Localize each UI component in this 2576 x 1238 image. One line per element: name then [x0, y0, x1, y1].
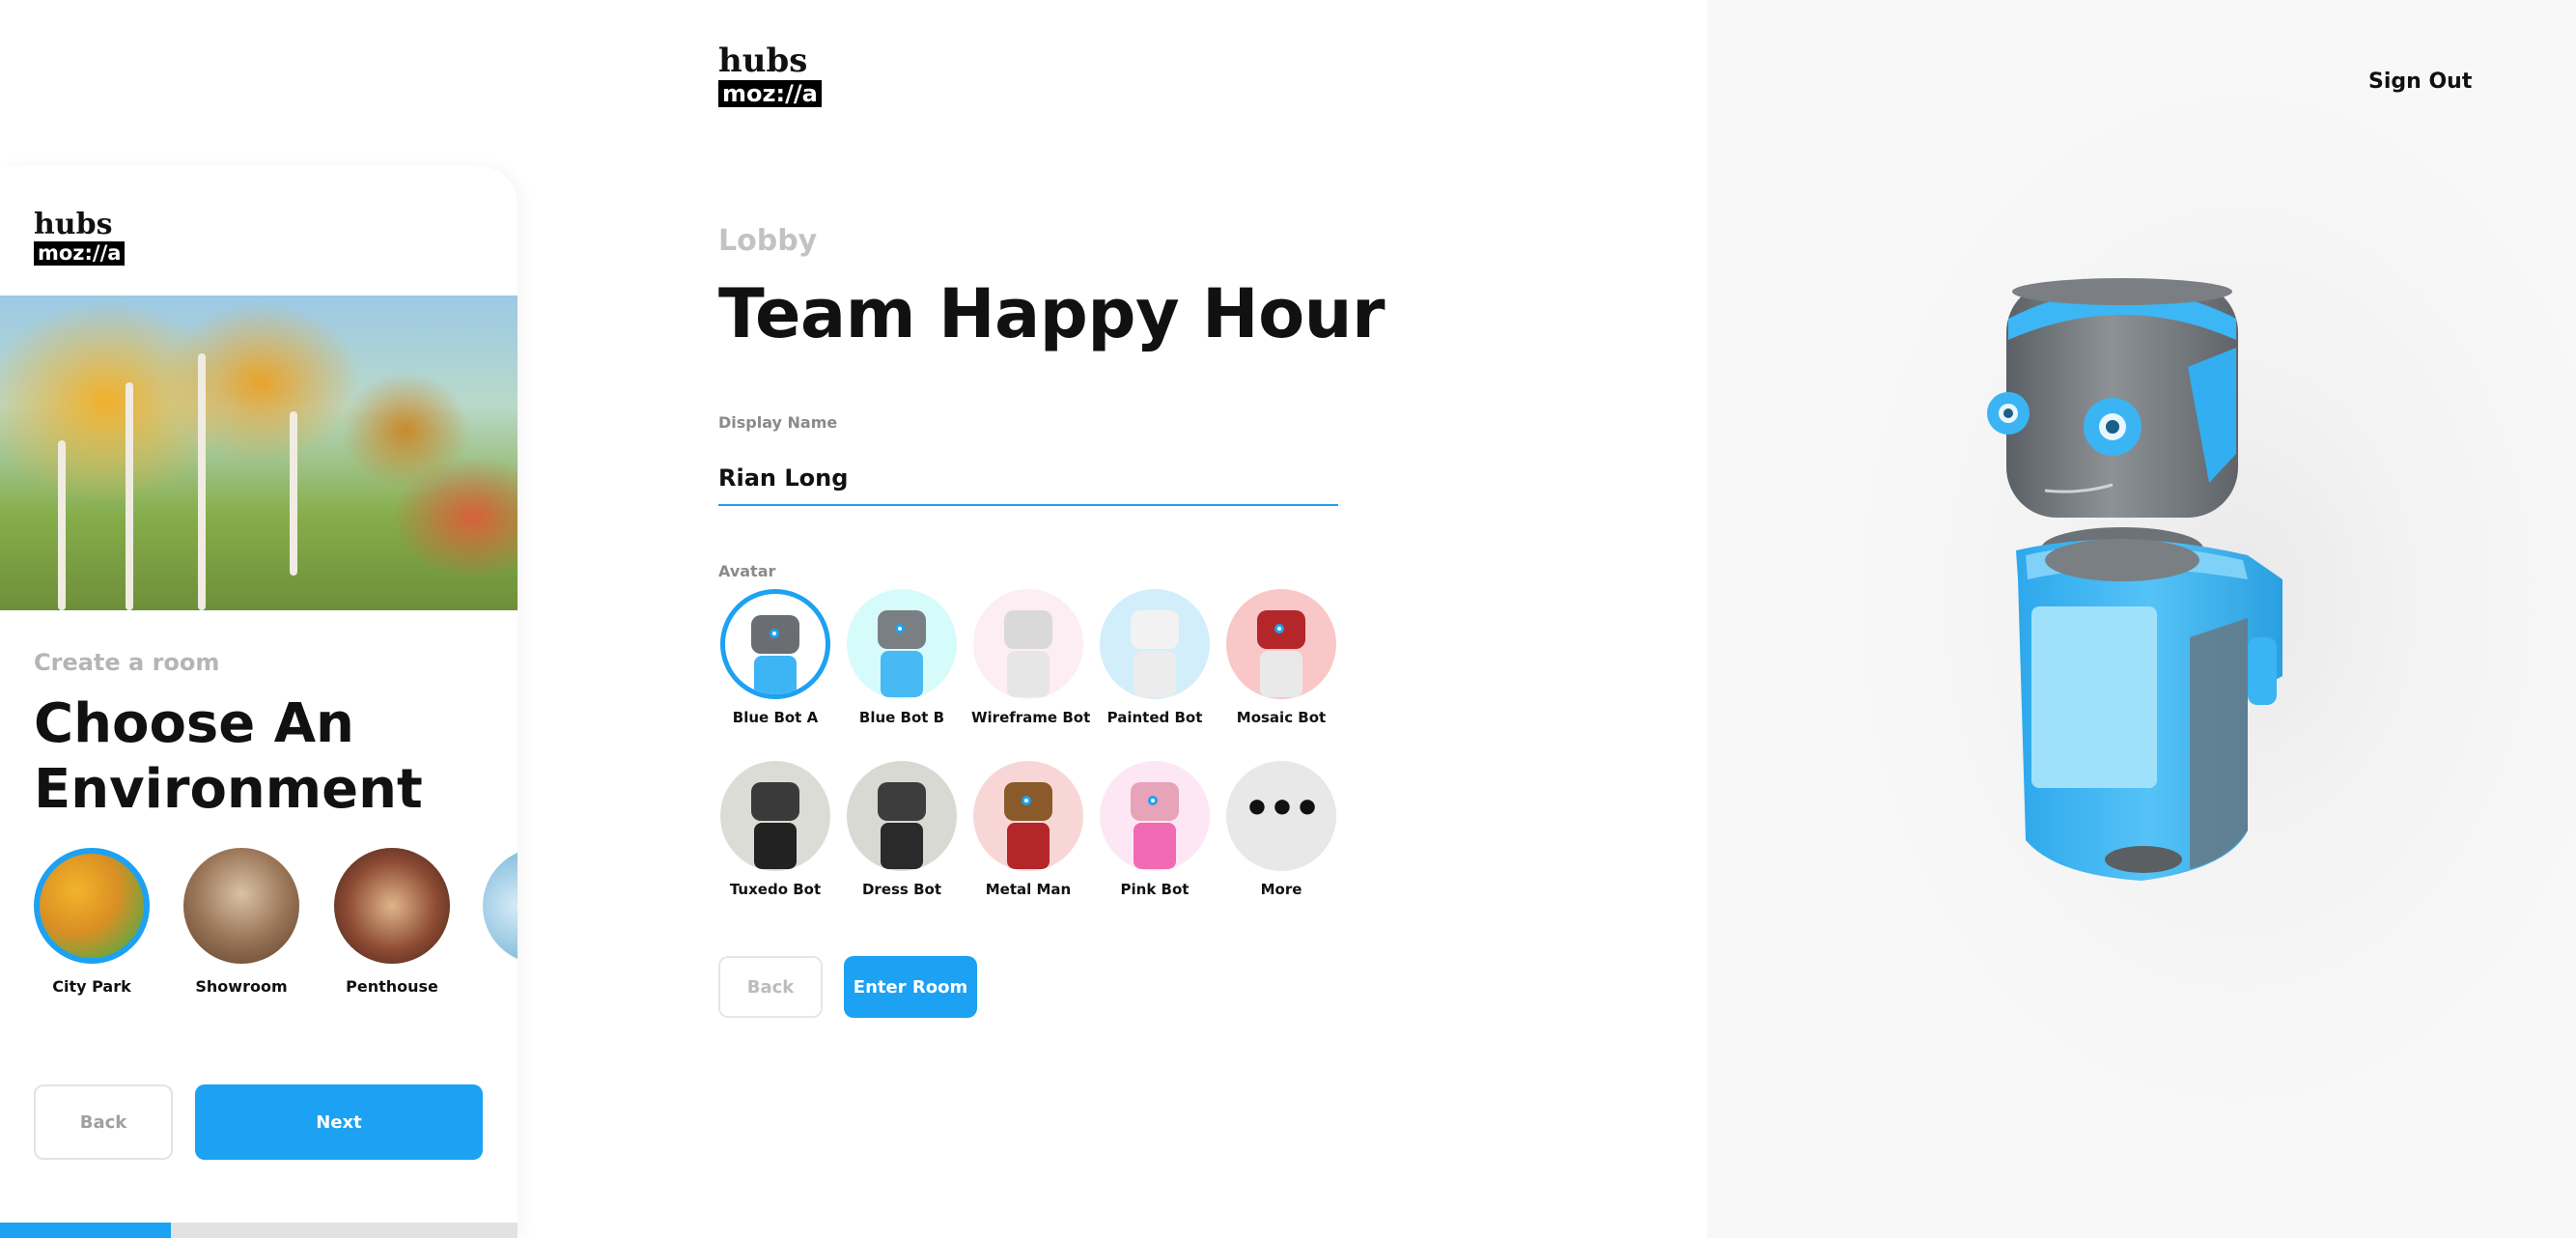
avatar-body	[1260, 651, 1302, 697]
display-name-label: Display Name	[718, 413, 838, 432]
avatar-option[interactable]: Dress Bot	[845, 761, 959, 898]
avatar-thumbnail	[720, 589, 830, 699]
avatar-head	[878, 782, 926, 821]
robot-screen	[2031, 606, 2157, 788]
more-dots-icon: •••	[1243, 784, 1321, 833]
avatar-name: Tuxedo Bot	[729, 881, 822, 898]
avatar-option[interactable]: Pink Bot	[1098, 761, 1212, 898]
avatar-head	[751, 782, 799, 821]
logo-mozilla: moz://a	[34, 241, 126, 266]
avatar-head	[1131, 610, 1179, 649]
avatar-eye	[769, 629, 779, 638]
avatar-thumbnail	[720, 761, 830, 871]
robot-body-opening	[2045, 539, 2199, 581]
robot-side-button	[2248, 637, 2277, 705]
environment-showroom[interactable]: Showroom	[179, 848, 304, 996]
avatar-name: Painted Bot	[1106, 709, 1203, 726]
display-name-input[interactable]	[718, 452, 1338, 506]
avatar-body	[754, 823, 797, 869]
avatar-name: Dress Bot	[861, 881, 941, 898]
more-icon: •••	[1226, 761, 1336, 871]
avatar-body	[1134, 823, 1176, 869]
environment-label: City Park	[52, 977, 131, 996]
environment-thumbnail	[34, 848, 150, 964]
environment-label: Showroom	[195, 977, 288, 996]
avatar-head	[1004, 610, 1052, 649]
environment-thumbnail	[183, 848, 299, 964]
mobile-create-room-panel: hubs moz://a Create a room Choose An Env…	[0, 166, 518, 1238]
robot-side-panel	[2190, 618, 2248, 869]
avatar-3d-preview[interactable]	[1707, 0, 2576, 1238]
environment-thumbnail	[483, 848, 518, 964]
avatar-body	[1134, 651, 1176, 697]
avatar-body	[881, 823, 923, 869]
avatar-option[interactable]: Blue Bot B	[845, 589, 959, 726]
avatar-name: Blue Bot B	[858, 709, 945, 726]
avatar-name: Wireframe Bot	[971, 709, 1091, 726]
avatar-option[interactable]: Painted Bot	[1098, 589, 1212, 726]
environment-city-park[interactable]: City Park	[34, 848, 154, 996]
avatar-option[interactable]: Metal Man	[971, 761, 1085, 898]
avatar-name: Mosaic Bot	[1236, 709, 1327, 726]
environment-carousel[interactable]: City Park Showroom Penthouse	[34, 848, 518, 1002]
hubs-logo[interactable]: hubs moz://a	[718, 44, 822, 107]
back-button[interactable]: Back	[718, 956, 823, 1018]
enter-room-button[interactable]: Enter Room	[844, 956, 977, 1018]
avatar-thumbnail	[1226, 589, 1336, 699]
avatar-body	[1007, 823, 1050, 869]
avatar-body	[754, 656, 797, 694]
create-room-subtitle: Create a room	[34, 649, 220, 676]
avatar-name: Pink Bot	[1120, 881, 1190, 898]
next-button[interactable]: Next	[195, 1084, 483, 1160]
environment-penthouse[interactable]: Penthouse	[329, 848, 455, 996]
step-progress-fill	[0, 1223, 171, 1238]
avatar-name: More	[1260, 881, 1302, 898]
room-title: Team Happy Hour	[718, 274, 1386, 353]
environment-thumbnail	[334, 848, 450, 964]
avatar-body	[881, 651, 923, 697]
robot-head-top	[2012, 278, 2232, 305]
robot-base	[2105, 846, 2182, 873]
lobby-label: Lobby	[718, 224, 818, 258]
avatar-thumbnail	[1100, 761, 1210, 871]
avatar-thumbnail	[847, 589, 957, 699]
avatar-body	[1007, 651, 1050, 697]
avatar-option[interactable]: Wireframe Bot	[971, 589, 1091, 726]
avatar-name: Metal Man	[985, 881, 1072, 898]
logo-mozilla: moz://a	[718, 80, 822, 107]
robot-pupil	[2106, 420, 2119, 434]
avatar-thumbnail	[1100, 589, 1210, 699]
avatar-option[interactable]: Tuxedo Bot	[718, 761, 832, 898]
hubs-logo[interactable]: hubs moz://a	[34, 208, 126, 266]
logo-wordmark: hubs	[718, 42, 808, 80]
choose-environment-title: Choose An Environment	[34, 692, 423, 821]
avatar-thumbnail	[973, 589, 1083, 699]
robot-pupil	[2003, 408, 2013, 418]
environment-label: Penthouse	[346, 977, 438, 996]
environment-more[interactable]	[478, 848, 518, 977]
avatar-option[interactable]: Blue Bot A	[718, 589, 832, 726]
back-button[interactable]: Back	[34, 1084, 173, 1160]
step-progress-bar	[0, 1223, 518, 1238]
environment-preview-image	[0, 295, 518, 610]
avatar-thumbnail	[847, 761, 957, 871]
avatar-name: Blue Bot A	[732, 709, 819, 726]
logo-wordmark: hubs	[34, 208, 113, 241]
avatar-preview-panel[interactable]	[1707, 0, 2576, 1238]
sign-out-link[interactable]: Sign Out	[2368, 70, 2472, 94]
avatar-thumbnail	[973, 761, 1083, 871]
avatar-more[interactable]: ••• More	[1224, 761, 1338, 898]
avatar-label: Avatar	[718, 562, 776, 580]
avatar-option[interactable]: Mosaic Bot	[1224, 589, 1338, 726]
